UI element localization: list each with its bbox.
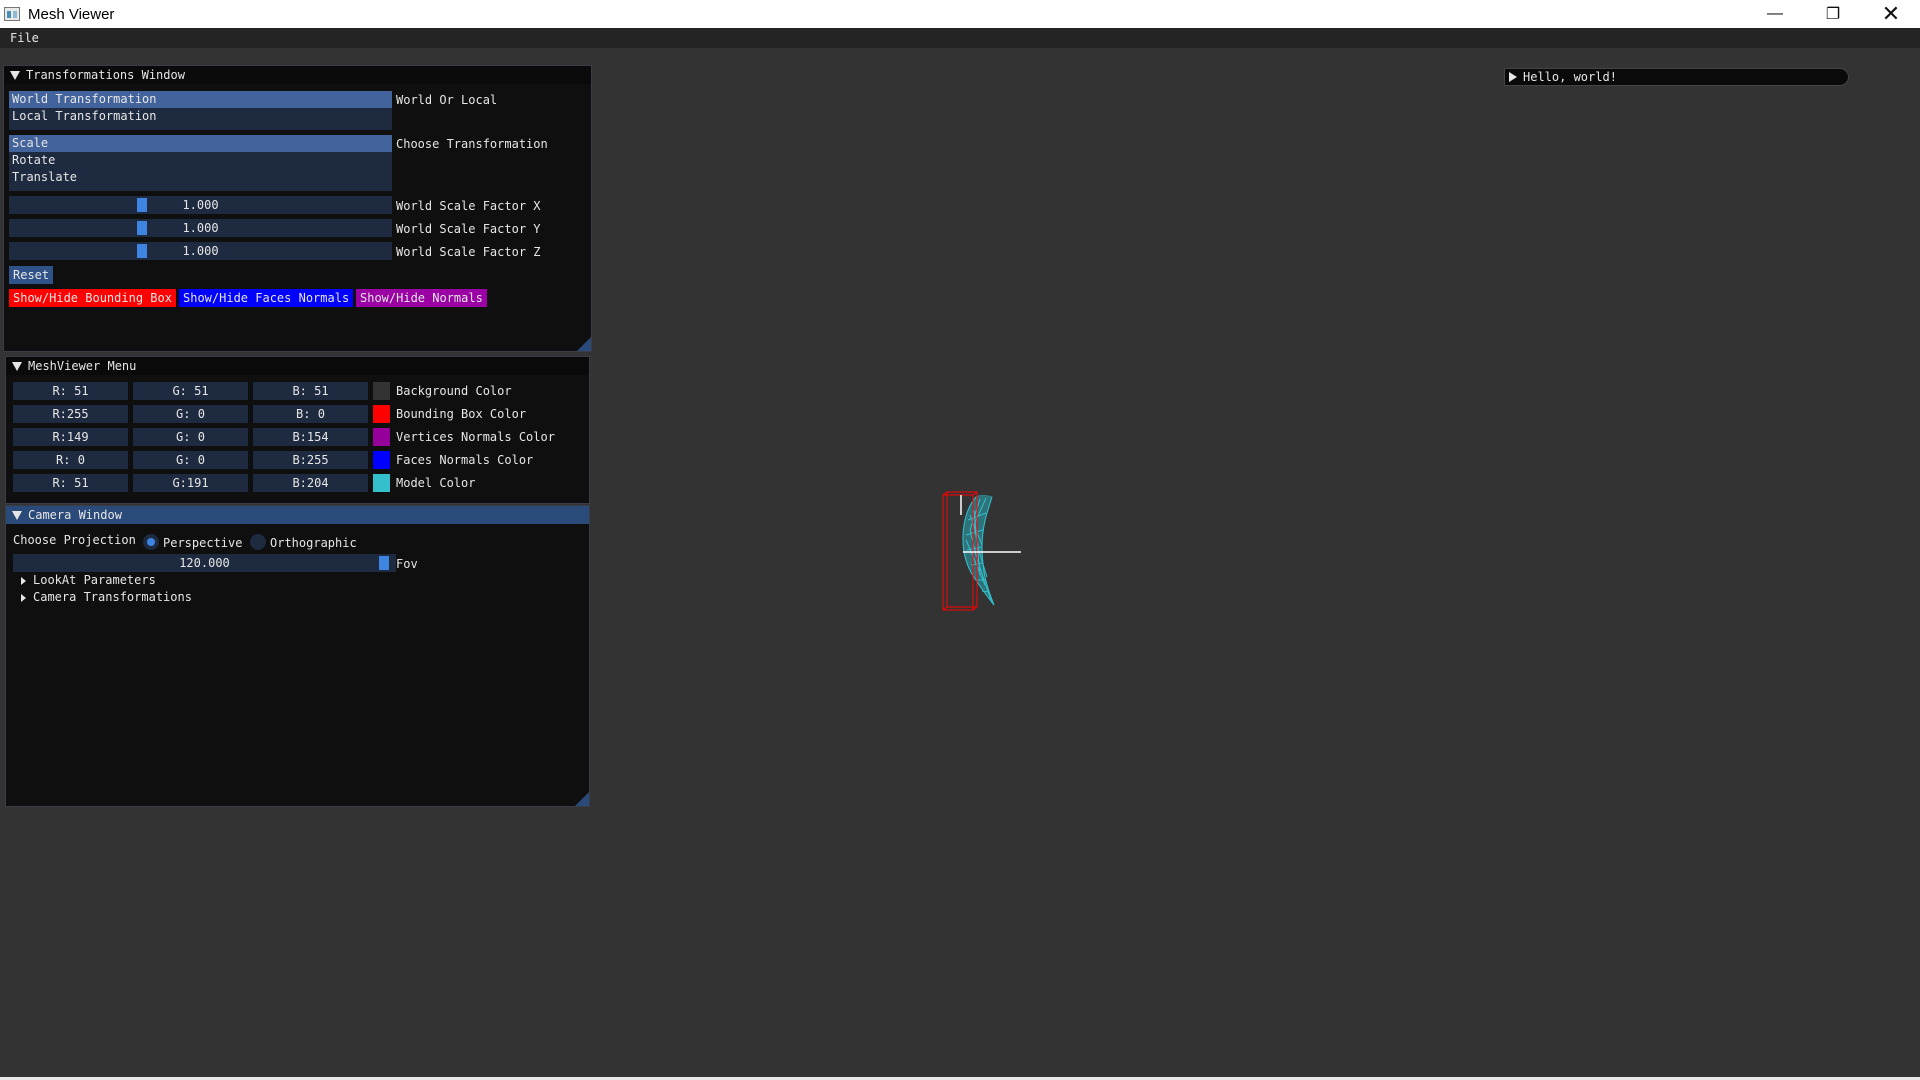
vnormals-color-label: Vertices Normals Color <box>396 430 555 444</box>
model-mesh <box>962 495 995 606</box>
perspective-label[interactable]: Perspective <box>163 536 242 550</box>
camera-window-title: Camera Window <box>28 508 122 522</box>
camera-window-header[interactable]: Camera Window <box>6 506 589 524</box>
vnormals-color-swatch[interactable] <box>373 428 390 446</box>
bg-color-g[interactable]: G: 51 <box>133 382 248 400</box>
window-controls: — ❐ ✕ <box>1746 0 1920 28</box>
list-item-rotate[interactable]: Rotate <box>9 152 392 169</box>
resize-grip[interactable] <box>575 792 589 806</box>
restore-button[interactable]: ❐ <box>1804 0 1862 28</box>
fnormals-color-swatch[interactable] <box>373 451 390 469</box>
fnormals-color-r[interactable]: R: 0 <box>13 451 128 469</box>
meshviewer-menu-title: MeshViewer Menu <box>28 359 137 373</box>
transformations-window-header[interactable]: Transformations Window <box>4 66 591 84</box>
orthographic-label[interactable]: Orthographic <box>270 536 357 550</box>
model-color-b[interactable]: B:204 <box>253 474 368 492</box>
bbox-color-swatch[interactable] <box>373 405 390 423</box>
meshviewer-menu-window[interactable]: MeshViewer Menu R: 51 G: 51 B: 51 Backgr… <box>5 356 590 504</box>
transform-list-label: Choose Transformation <box>396 137 548 151</box>
bbox-color-g[interactable]: G: 0 <box>133 405 248 423</box>
toggle-faces-normals-button[interactable]: Show/Hide Faces Normals <box>179 289 354 307</box>
bg-color-swatch[interactable] <box>373 382 390 400</box>
toggle-bounding-box-button[interactable]: Show/Hide Bounding Box <box>9 289 176 307</box>
model-color-label: Model Color <box>396 476 476 490</box>
transformations-window-title: Transformations Window <box>26 68 185 82</box>
app-icon <box>4 7 20 21</box>
close-button[interactable]: ✕ <box>1862 0 1920 28</box>
list-item-translate[interactable]: Translate <box>9 169 392 186</box>
fov-slider[interactable]: 120.000 <box>13 554 396 572</box>
collapse-arrow-icon[interactable] <box>12 361 22 371</box>
slider-value: 1.000 <box>182 244 219 258</box>
slider-value: 1.000 <box>182 198 219 212</box>
window-title: Mesh Viewer <box>28 5 115 23</box>
vnormals-color-r[interactable]: R:149 <box>13 428 128 446</box>
mesh-viewport[interactable] <box>930 485 1040 620</box>
meshviewer-menu-header[interactable]: MeshViewer Menu <box>6 357 589 375</box>
model-color-g[interactable]: G:191 <box>133 474 248 492</box>
space-list-label: World Or Local <box>396 93 498 107</box>
bbox-color-b[interactable]: B: 0 <box>253 405 368 423</box>
collapse-arrow-icon[interactable] <box>12 510 22 520</box>
toggle-normals-button[interactable]: Show/Hide Normals <box>356 289 487 307</box>
model-color-r[interactable]: R: 51 <box>13 474 128 492</box>
hello-world-window[interactable]: Hello, world! <box>1504 68 1849 86</box>
expand-arrow-icon[interactable] <box>1509 72 1517 82</box>
space-listbox[interactable]: World Transformation Local Transformatio… <box>9 91 392 130</box>
main-menu-bar: File <box>0 28 1920 48</box>
model-color-swatch[interactable] <box>373 474 390 492</box>
bg-color-b[interactable]: B: 51 <box>253 382 368 400</box>
camera-window[interactable]: Camera Window Choose Projection Perspect… <box>5 505 590 807</box>
scale-y-slider[interactable]: 1.000 <box>9 219 392 237</box>
hello-world-title: Hello, world! <box>1523 70 1617 84</box>
title-bar: Mesh Viewer — ❐ ✕ <box>0 0 1920 28</box>
slider-value: 120.000 <box>179 556 230 570</box>
vnormals-color-g[interactable]: G: 0 <box>133 428 248 446</box>
scale-z-label: World Scale Factor Z <box>396 245 541 259</box>
scale-y-label: World Scale Factor Y <box>396 222 541 236</box>
resize-grip[interactable] <box>577 337 591 351</box>
minimize-button[interactable]: — <box>1746 0 1804 28</box>
slider-value: 1.000 <box>182 221 219 235</box>
tree-node-lookat[interactable]: LookAt Parameters <box>33 573 156 587</box>
list-item-local-transformation[interactable]: Local Transformation <box>9 108 392 125</box>
radio-perspective[interactable] <box>143 534 159 550</box>
scale-x-slider[interactable]: 1.000 <box>9 196 392 214</box>
bbox-color-r[interactable]: R:255 <box>13 405 128 423</box>
expand-arrow-icon[interactable] <box>21 577 26 585</box>
bg-color-r[interactable]: R: 51 <box>13 382 128 400</box>
projection-label: Choose Projection <box>13 533 136 547</box>
bbox-color-label: Bounding Box Color <box>396 407 527 421</box>
menu-file[interactable]: File <box>0 31 49 45</box>
transformations-window[interactable]: Transformations Window World Transformat… <box>3 65 592 352</box>
reset-button[interactable]: Reset <box>9 266 54 284</box>
scale-z-slider[interactable]: 1.000 <box>9 242 392 260</box>
bg-color-label: Background Color <box>396 384 512 398</box>
list-item-scale[interactable]: Scale <box>9 135 392 152</box>
fnormals-color-g[interactable]: G: 0 <box>133 451 248 469</box>
scale-x-label: World Scale Factor X <box>396 199 541 213</box>
tree-node-camera-transformations[interactable]: Camera Transformations <box>33 590 192 604</box>
fnormals-color-label: Faces Normals Color <box>396 453 534 467</box>
list-item-world-transformation[interactable]: World Transformation <box>9 91 392 108</box>
radio-orthographic[interactable] <box>250 534 266 550</box>
transform-listbox[interactable]: Scale Rotate Translate <box>9 135 392 191</box>
fov-label: Fov <box>396 557 418 571</box>
collapse-arrow-icon[interactable] <box>10 70 20 80</box>
fnormals-color-b[interactable]: B:255 <box>253 451 368 469</box>
vnormals-color-b[interactable]: B:154 <box>253 428 368 446</box>
expand-arrow-icon[interactable] <box>21 594 26 602</box>
